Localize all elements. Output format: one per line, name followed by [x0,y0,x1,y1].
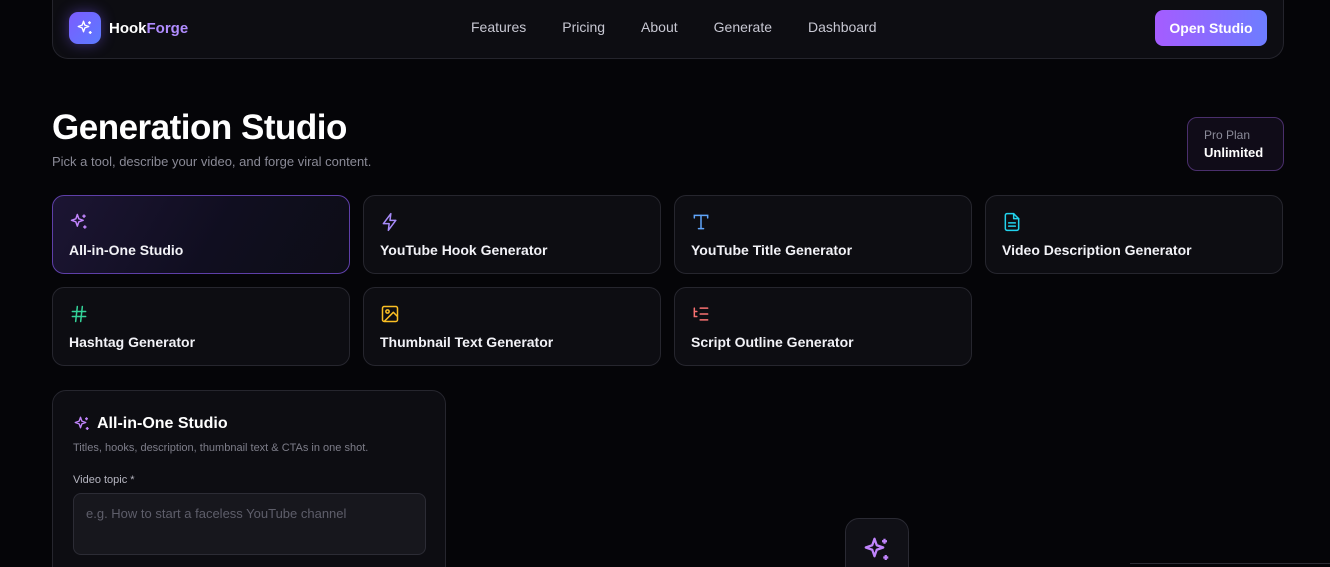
sparkles-icon [77,20,92,34]
tool-label: YouTube Hook Generator [380,242,548,258]
tool-card-hashtag-generator[interactable]: Hashtag Generator [52,287,350,366]
sparkles-icon [74,416,89,430]
page-subtitle: Pick a tool, describe your video, and fo… [52,154,372,169]
brand-name-part1: Hook [109,19,147,37]
page-title: Generation Studio [52,108,347,147]
panel-subtitle: Titles, hooks, description, thumbnail te… [73,442,369,454]
tool-card-youtube-title-generator[interactable]: YouTube Title Generator [674,195,972,274]
tool-label: YouTube Title Generator [691,242,853,258]
nav-link-generate[interactable]: Generate [714,19,772,35]
file-text-icon [1004,212,1020,232]
image-icon [381,305,399,323]
brand-name: HookForge [109,20,188,37]
panel-title: All-in-One Studio [97,415,228,432]
tool-card-all-in-one-studio[interactable]: All-in-One Studio [52,195,350,274]
nav-link-pricing[interactable]: Pricing [562,19,605,35]
brand[interactable]: HookForge [69,12,188,44]
video-topic-label: Video topic * [73,474,135,486]
lightning-icon [382,212,397,232]
plan-value: Unlimited [1204,145,1264,160]
nav-link-about[interactable]: About [641,19,678,35]
nav-link-dashboard[interactable]: Dashboard [808,19,877,35]
tool-label: All-in-One Studio [69,242,184,258]
list-icon [693,307,709,321]
brand-logo [69,12,101,44]
sparkles-icon [864,537,889,560]
page: HookForge Features Pricing About Generat… [0,0,1330,567]
output-placeholder-icon-box [845,518,909,567]
tool-label: Script Outline Generator [691,334,854,350]
tool-card-video-description-generator[interactable]: Video Description Generator [985,195,1283,274]
all-in-one-studio-panel: All-in-One Studio Titles, hooks, descrip… [52,390,446,567]
tool-label: Video Description Generator [1002,242,1192,258]
plan-label: Pro Plan [1204,128,1251,142]
tool-label: Hashtag Generator [69,334,196,350]
video-topic-input[interactable] [73,493,426,555]
type-icon [693,214,709,230]
nav-links: Features Pricing About Generate Dashboar… [471,19,913,35]
open-studio-button[interactable]: Open Studio [1155,10,1267,46]
tool-label: Thumbnail Text Generator [380,334,554,350]
plan-badge: Pro Plan Unlimited [1187,117,1284,171]
tool-card-script-outline-generator[interactable]: Script Outline Generator [674,287,972,366]
hash-icon [71,305,87,323]
brand-name-part2: Forge [146,19,189,37]
tool-card-youtube-hook-generator[interactable]: YouTube Hook Generator [363,195,661,274]
divider [1130,563,1330,564]
nav-link-features[interactable]: Features [471,19,526,35]
top-navbar: HookForge Features Pricing About Generat… [52,0,1284,59]
sparkles-icon [70,213,87,229]
tool-card-thumbnail-text-generator[interactable]: Thumbnail Text Generator [363,287,661,366]
